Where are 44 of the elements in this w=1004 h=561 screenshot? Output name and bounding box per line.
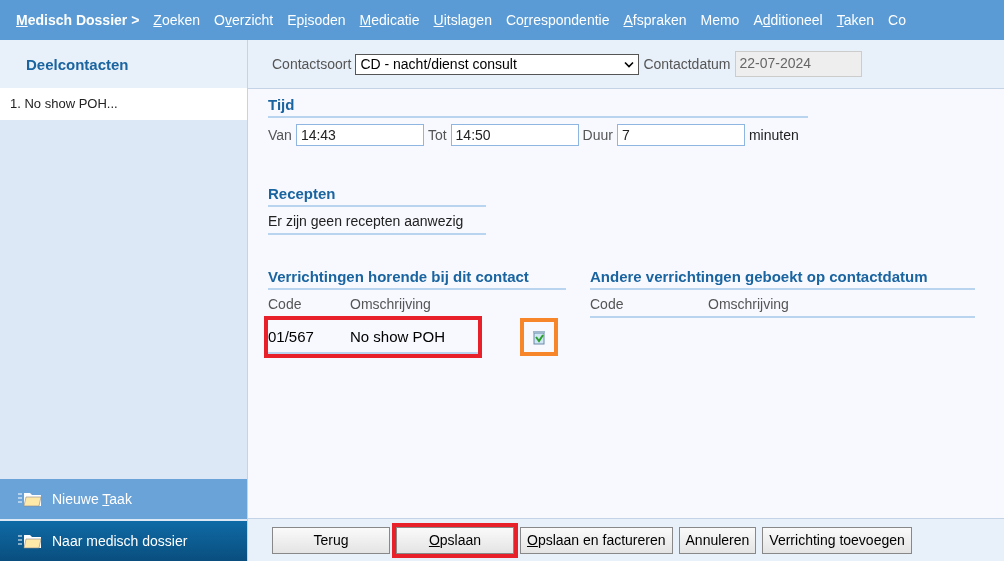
nav-link[interactable]: Memo [700, 12, 740, 28]
field-label: Duur [582, 127, 613, 143]
section-title: Verrichtingen horende bij dit contact [268, 268, 529, 285]
sidebar-action[interactable]: Nieuwe Taak [0, 479, 247, 519]
date-field[interactable]: 22-07-2024 [734, 51, 862, 77]
chevron-icon [624, 60, 635, 68]
nav-link[interactable]: Correspondentie [505, 12, 610, 28]
input-field[interactable]: 14:50 [450, 124, 579, 146]
column-header: Omschrijving [350, 296, 431, 312]
sidebar-title: Deelcontacten [26, 55, 129, 73]
nav-link[interactable]: Overzicht [214, 12, 274, 28]
unit-label: minuten [748, 127, 799, 143]
nav-link[interactable]: Taken [836, 12, 875, 28]
sidebar-item[interactable]: 1. No show POH... [0, 88, 247, 120]
input-field[interactable]: 7 [616, 124, 745, 146]
action-button[interactable]: Terug [272, 526, 390, 554]
nav-link[interactable]: Additioneel [753, 12, 823, 28]
section-title: Recepten [268, 185, 336, 202]
action-button[interactable]: Opslaan en factureren [520, 526, 673, 554]
action-button[interactable]: Annuleren [678, 526, 757, 554]
nav-link[interactable]: Medicatie [359, 12, 420, 28]
info-text: Er zijn geen recepten aanwezig [268, 213, 464, 229]
nav-link[interactable]: Episoden [287, 12, 346, 28]
input-field[interactable]: 14:43 [295, 124, 424, 146]
field-label: Van [268, 127, 292, 143]
folder-icon [18, 491, 42, 507]
contact-type-dropdown[interactable]: CD - nacht/dienst consult [355, 53, 640, 75]
nav-link[interactable]: Afspraken [623, 12, 687, 28]
nav-link[interactable]: Medisch Dossier > [16, 12, 140, 28]
column-header: Omschrijving [708, 296, 789, 312]
field-label: Tot [427, 127, 447, 143]
section-title: Andere verrichtingen geboekt op contactdatum [590, 268, 928, 285]
trash-icon [531, 329, 547, 345]
column-header: Code [590, 296, 625, 312]
field-label: Contactdatum [643, 56, 731, 72]
nav-link[interactable]: Zoeken [153, 12, 201, 28]
column-header: Code [268, 296, 303, 312]
folder-icon [18, 533, 42, 549]
sidebar-action[interactable]: Naar medisch dossier [0, 521, 247, 561]
field-label: Contactsoort [272, 56, 352, 72]
section-title: Tijd [268, 96, 295, 113]
nav-link[interactable]: Co [888, 12, 906, 28]
nav-link[interactable]: Uitslagen [433, 12, 492, 28]
action-button[interactable]: Verrichting toevoegen [762, 526, 912, 554]
